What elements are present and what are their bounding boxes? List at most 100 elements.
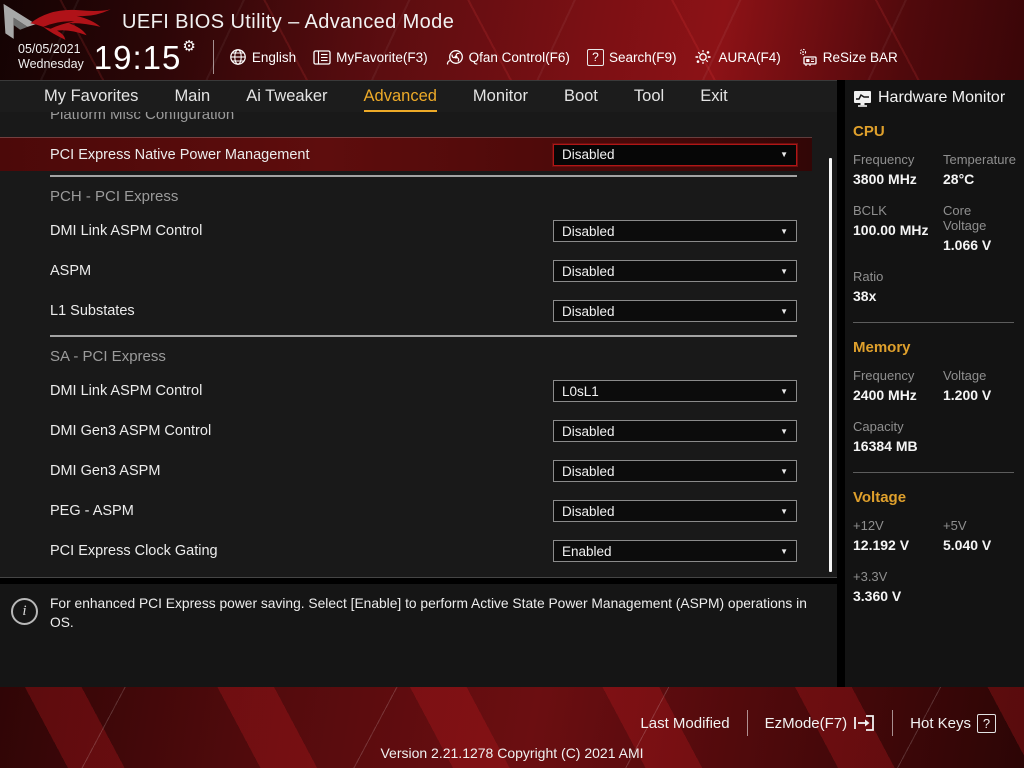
toolbar-item-resize-bar[interactable]: ReSize BAR: [798, 48, 898, 67]
dropdown-value: Disabled: [562, 147, 615, 162]
dropdown-dmi-gen3-aspm[interactable]: Disabled ▼: [553, 460, 797, 482]
setting-label: PCI Express Clock Gating: [50, 543, 218, 559]
metric-bclk: BCLK 100.00 MHz: [853, 203, 943, 253]
metric-value: 16384 MB: [853, 438, 918, 454]
metric-label: +12V: [853, 518, 884, 533]
tab-tool[interactable]: Tool: [634, 81, 664, 112]
toolbar-item-search-f9[interactable]: ? Search(F9): [586, 48, 676, 66]
last-modified-button[interactable]: Last Modified: [640, 715, 729, 732]
metric-value: 1.200 V: [943, 387, 992, 403]
ezmode-button[interactable]: EzMode(F7): [765, 714, 876, 732]
toolbar-item-aura-f4[interactable]: AURA(F4): [693, 48, 781, 66]
toolbar-item-label: English: [251, 49, 297, 65]
dropdown-value: Disabled: [562, 303, 615, 319]
chevron-down-icon: ▼: [780, 226, 788, 236]
settings-rows: PCI Express Native Power Management Disab…: [0, 137, 812, 571]
setting-row-pci-express-native-power-management[interactable]: PCI Express Native Power Management Disab…: [0, 137, 812, 171]
setting-label: PCI Express Native Power Management: [50, 146, 310, 163]
version-text: Version 2.21.1278 Copyright (C) 2021 AMI: [380, 745, 644, 761]
hw-metrics-grid: +12V 12.192 V +5V 5.040 V +3.3V 3.360 V: [853, 518, 1014, 604]
weekday-value: Wednesday: [18, 57, 84, 71]
dropdown-dmi-link-aspm-control[interactable]: L0sL1 ▼: [553, 380, 797, 402]
scrollbar-thumb[interactable]: [829, 158, 832, 572]
tab-monitor[interactable]: Monitor: [473, 81, 528, 112]
dropdown-value: Disabled: [562, 503, 615, 519]
tab-advanced[interactable]: Advanced: [363, 81, 437, 112]
aura-icon: [693, 48, 713, 66]
tab-my-favorites[interactable]: My Favorites: [44, 81, 138, 112]
metric-12v: +12V 12.192 V: [853, 518, 943, 553]
setting-row-peg-aspm[interactable]: PEG - ASPM Disabled ▼: [0, 491, 812, 531]
metric-label: Frequency: [853, 152, 915, 167]
footer-divider: [892, 710, 894, 736]
metric-5v: +5V 5.040 V: [943, 518, 1014, 553]
metric-value: 1.066 V: [943, 237, 992, 253]
metric-frequency: Frequency 3800 MHz: [853, 152, 943, 187]
metric-label: +5V: [943, 518, 967, 533]
tab-exit[interactable]: Exit: [700, 81, 728, 112]
metric-value: 5.040 V: [943, 537, 992, 553]
dropdown-pci-express-native-power-management[interactable]: Disabled ▼: [553, 143, 797, 166]
dropdown-aspm[interactable]: Disabled ▼: [553, 260, 797, 282]
metric-voltage: Voltage 1.200 V: [943, 368, 1014, 403]
hardware-monitor-panel: Hardware Monitor CPU Frequency 3800 MHz Tem…: [845, 80, 1024, 687]
metric-value: 38x: [853, 288, 877, 304]
date-display: 05/05/2021 Wednesday: [18, 42, 84, 72]
setting-label: DMI Link ASPM Control: [50, 223, 203, 239]
dropdown-peg-aspm[interactable]: Disabled ▼: [553, 500, 797, 522]
info-icon: i: [11, 598, 38, 625]
chevron-down-icon: ▼: [780, 546, 788, 556]
chevron-down-icon: ▼: [780, 306, 788, 316]
metric-temperature: Temperature 28°C: [943, 152, 1016, 187]
hw-section-voltage: Voltage +12V 12.192 V +5V 5.040 V +3.3V 3.360 …: [853, 472, 1014, 604]
dropdown-dmi-link-aspm-control[interactable]: Disabled ▼: [553, 220, 797, 242]
metric-value: 3.360 V: [853, 588, 902, 604]
qfan-icon: [445, 49, 464, 66]
setting-row-aspm[interactable]: ASPM Disabled ▼: [0, 251, 812, 291]
dropdown-value: Enabled: [562, 543, 612, 559]
clipped-section-header: Platform Misc Configuration: [50, 112, 235, 123]
metric-3-3v: +3.3V 3.360 V: [853, 569, 943, 604]
setting-label: L1 Substates: [50, 303, 135, 319]
metric-value: 2400 MHz: [853, 387, 917, 403]
banner-divider: [212, 40, 214, 74]
dropdown-pci-express-clock-gating[interactable]: Enabled ▼: [553, 540, 797, 562]
toolbar-item-label: MyFavorite(F3): [336, 49, 428, 65]
ezmode-exit-icon: [853, 714, 875, 732]
chevron-down-icon: ▼: [780, 266, 788, 276]
setting-row-l1-substates[interactable]: L1 Substates Disabled ▼: [0, 291, 812, 331]
time-settings-gear-icon[interactable]: ⚙: [182, 39, 195, 54]
setting-label: PEG - ASPM: [50, 503, 134, 519]
hw-section-title: Voltage: [853, 489, 907, 506]
toolbar-item-myfavorite-f3[interactable]: MyFavorite(F3): [313, 50, 428, 65]
chevron-down-icon: ▼: [780, 466, 788, 476]
hot-keys-button[interactable]: Hot Keys ?: [910, 713, 996, 733]
toolbar-item-qfan-control-f6[interactable]: Qfan Control(F6): [445, 49, 570, 66]
dropdown-dmi-gen3-aspm-control[interactable]: Disabled ▼: [553, 420, 797, 442]
setting-row-pci-express-clock-gating[interactable]: PCI Express Clock Gating Enabled ▼: [0, 531, 812, 571]
banner-toolbar: English MyFavorite(F3) Qfan Control(F6) ? Se…: [229, 48, 898, 67]
dropdown-l1-substates[interactable]: Disabled ▼: [553, 300, 797, 322]
footer-divider: [746, 710, 748, 736]
metric-label: Core Voltage: [943, 203, 987, 233]
main-menu-bar: My Favorites Main Ai Tweaker Advanced Monito…: [0, 80, 837, 112]
toolbar-item-label: ReSize BAR: [822, 49, 898, 65]
metric-value: 12.192 V: [853, 537, 910, 553]
question-box-icon: ?: [977, 713, 996, 733]
hardware-monitor-icon: [853, 90, 872, 107]
setting-label: ASPM: [50, 263, 92, 279]
tab-boot[interactable]: Boot: [564, 81, 598, 112]
metric-label: BCLK: [853, 203, 887, 218]
metric-label: Voltage: [943, 368, 987, 383]
setting-row-dmi-gen3-aspm-control[interactable]: DMI Gen3 ASPM Control Disabled ▼: [0, 411, 812, 451]
section-header-pch-pci-express: PCH - PCI Express: [0, 181, 812, 211]
setting-row-dmi-gen3-aspm[interactable]: DMI Gen3 ASPM Disabled ▼: [0, 451, 812, 491]
metric-value: 3800 MHz: [853, 171, 917, 187]
tab-ai-tweaker[interactable]: Ai Tweaker: [246, 81, 327, 112]
metric-core-voltage: Core Voltage 1.066 V: [943, 203, 1016, 253]
metric-value: 100.00 MHz: [853, 222, 929, 238]
setting-row-dmi-link-aspm-control[interactable]: DMI Link ASPM Control Disabled ▼: [0, 211, 812, 251]
setting-row-dmi-link-aspm-control[interactable]: DMI Link ASPM Control L0sL1 ▼: [0, 371, 812, 411]
toolbar-item-english[interactable]: English: [229, 48, 296, 66]
tab-main[interactable]: Main: [174, 81, 210, 112]
